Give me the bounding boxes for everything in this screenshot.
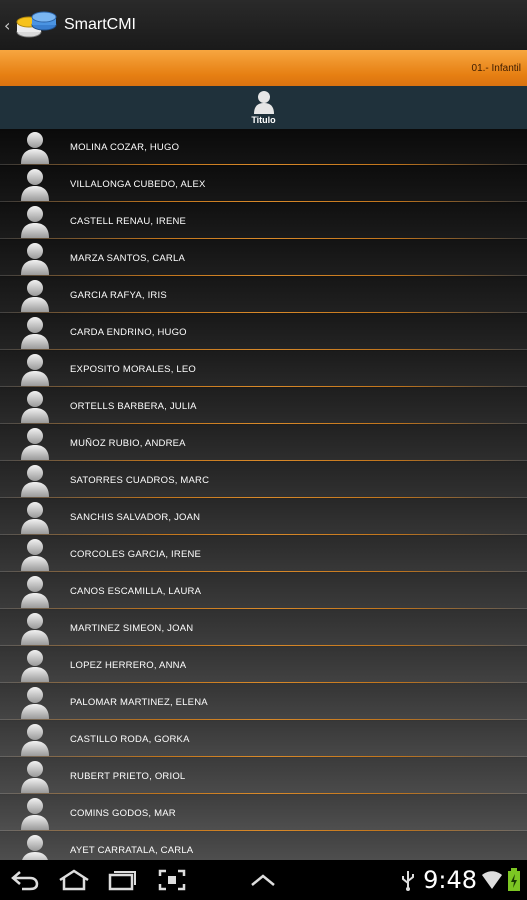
student-row[interactable]: GARCIA RAFYA, IRIS <box>0 277 527 314</box>
student-row[interactable]: RUBERT PRIETO, ORIOL <box>0 758 527 795</box>
student-avatar-icon <box>19 685 51 719</box>
column-header: Titulo <box>0 86 527 129</box>
status-clock: 9:48 <box>423 866 477 894</box>
student-name: RUBERT PRIETO, ORIOL <box>70 770 186 782</box>
student-name: CASTELL RENAU, IRENE <box>70 215 187 227</box>
app-logo-icon[interactable] <box>16 11 58 39</box>
student-avatar-icon <box>19 833 51 860</box>
student-name: LOPEZ HERRERO, ANNA <box>70 659 187 671</box>
student-row[interactable]: CASTELL RENAU, IRENE <box>0 203 527 240</box>
up-caret-icon[interactable]: ‹ <box>4 16 14 35</box>
action-bar: ‹ SmartCMI <box>0 0 527 50</box>
student-name: SANCHIS SALVADOR, JOAN <box>70 511 201 523</box>
student-list: MOLINA COZAR, HUGO VILLALONGA CUBEDO, ALE… <box>0 129 527 860</box>
student-name: CASTILLO RODA, GORKA <box>70 733 190 745</box>
student-row[interactable]: CANOS ESCAMILLA, LAURA <box>0 573 527 610</box>
student-name: CANOS ESCAMILLA, LAURA <box>70 585 202 597</box>
student-avatar-icon <box>19 167 51 201</box>
recent-apps-icon[interactable] <box>106 868 138 892</box>
student-row[interactable]: SANCHIS SALVADOR, JOAN <box>0 499 527 536</box>
app-title: SmartCMI <box>64 16 136 33</box>
student-name: MOLINA COZAR, HUGO <box>70 141 180 153</box>
student-row[interactable]: CASTILLO RODA, GORKA <box>0 721 527 758</box>
wifi-icon <box>482 868 502 892</box>
battery-icon <box>506 868 522 892</box>
student-avatar-icon <box>19 759 51 793</box>
student-name: GARCIA RAFYA, IRIS <box>70 289 167 301</box>
student-name: ORTELLS BARBERA, JULIA <box>70 400 197 412</box>
student-name: PALOMAR MARTINEZ, ELENA <box>70 696 208 708</box>
student-avatar-icon <box>19 648 51 682</box>
student-row[interactable]: LOPEZ HERRERO, ANNA <box>0 647 527 684</box>
home-icon[interactable] <box>56 868 92 892</box>
person-icon <box>253 91 274 114</box>
student-avatar-icon <box>19 315 51 349</box>
student-row[interactable]: COMINS GODOS, MAR <box>0 795 527 832</box>
system-bar: 9:48 <box>0 860 527 900</box>
student-name: VILLALONGA CUBEDO, ALEX <box>70 178 206 190</box>
student-avatar-icon <box>19 796 51 830</box>
student-avatar-icon <box>19 278 51 312</box>
student-name: MARZA SANTOS, CARLA <box>70 252 186 264</box>
back-icon[interactable] <box>8 868 42 892</box>
student-name: COMINS GODOS, MAR <box>70 807 176 819</box>
student-row[interactable]: MOLINA COZAR, HUGO <box>0 129 527 166</box>
student-name: MARTINEZ SIMEON, JOAN <box>70 622 194 634</box>
student-avatar-icon <box>19 130 51 164</box>
student-row[interactable]: ORTELLS BARBERA, JULIA <box>0 388 527 425</box>
column-title: Titulo <box>251 115 276 125</box>
student-avatar-icon <box>19 463 51 497</box>
student-row[interactable]: CARDA ENDRINO, HUGO <box>0 314 527 351</box>
student-row[interactable]: PALOMAR MARTINEZ, ELENA <box>0 684 527 721</box>
student-row[interactable]: VILLALONGA CUBEDO, ALEX <box>0 166 527 203</box>
student-avatar-icon <box>19 204 51 238</box>
student-avatar-icon <box>19 241 51 275</box>
student-avatar-icon <box>19 352 51 386</box>
student-name: SATORRES CUADROS, MARC <box>70 474 210 486</box>
student-avatar-icon <box>19 537 51 571</box>
screenshot-icon[interactable] <box>156 868 188 892</box>
student-row[interactable]: MUÑOZ RUBIO, ANDREA <box>0 425 527 462</box>
student-name: EXPOSITO MORALES, LEO <box>70 363 196 375</box>
student-avatar-icon <box>19 611 51 645</box>
student-row[interactable]: SATORRES CUADROS, MARC <box>0 462 527 499</box>
student-avatar-icon <box>19 500 51 534</box>
group-label[interactable]: 01.- Infantil <box>472 63 521 74</box>
student-avatar-icon <box>19 722 51 756</box>
student-avatar-icon <box>19 389 51 423</box>
student-avatar-icon <box>19 426 51 460</box>
student-row[interactable]: AYET CARRATALA, CARLA <box>0 832 527 860</box>
student-row[interactable]: MARTINEZ SIMEON, JOAN <box>0 610 527 647</box>
chevron-up-icon[interactable] <box>248 868 278 892</box>
student-row[interactable]: MARZA SANTOS, CARLA <box>0 240 527 277</box>
student-name: CORCOLES GARCIA, IRENE <box>70 548 202 560</box>
student-name: CARDA ENDRINO, HUGO <box>70 326 187 338</box>
student-name: AYET CARRATALA, CARLA <box>70 844 194 856</box>
student-row[interactable]: EXPOSITO MORALES, LEO <box>0 351 527 388</box>
student-avatar-icon <box>19 574 51 608</box>
group-bar: 01.- Infantil <box>0 50 527 86</box>
student-name: MUÑOZ RUBIO, ANDREA <box>70 437 186 449</box>
usb-icon <box>398 868 418 892</box>
student-row[interactable]: CORCOLES GARCIA, IRENE <box>0 536 527 573</box>
